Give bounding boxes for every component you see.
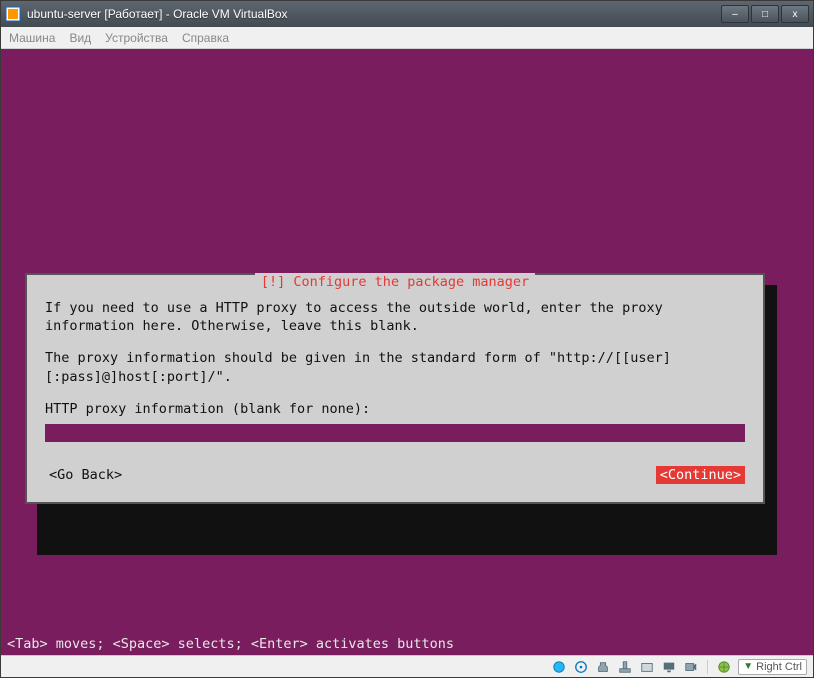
dialog-title-text: Configure the package manager — [293, 274, 529, 290]
menu-devices[interactable]: Устройства — [105, 31, 168, 45]
network-icon[interactable] — [617, 659, 633, 675]
statusbar: ▼ Right Ctrl — [1, 655, 813, 677]
maximize-button[interactable]: □ — [751, 5, 779, 23]
host-key-indicator[interactable]: ▼ Right Ctrl — [738, 659, 807, 675]
arrow-down-icon: ▼ — [743, 661, 753, 672]
optical-icon[interactable] — [573, 659, 589, 675]
help-paragraph-1: If you need to use a HTTP proxy to acces… — [45, 299, 745, 335]
close-button[interactable]: x — [781, 5, 809, 23]
keyboard-hint: <Tab> moves; <Space> selects; <Enter> ac… — [7, 635, 454, 653]
proxy-input[interactable] — [45, 424, 745, 442]
input-prompt: HTTP proxy information (blank for none): — [45, 400, 745, 418]
help-paragraph-2: The proxy information should be given in… — [45, 349, 745, 385]
go-back-button[interactable]: <Go Back> — [45, 466, 126, 484]
recording-icon[interactable] — [683, 659, 699, 675]
installer-dialog: [!] Configure the package manager If you… — [25, 273, 765, 504]
host-key-label: Right Ctrl — [756, 661, 802, 673]
shared-folders-icon[interactable] — [639, 659, 655, 675]
vm-screen: [!] Configure the package manager If you… — [1, 49, 813, 655]
menu-view[interactable]: Вид — [69, 31, 91, 45]
dialog-body: If you need to use a HTTP proxy to acces… — [27, 289, 763, 502]
mouse-integration-icon[interactable] — [716, 659, 732, 675]
vbox-icon — [5, 6, 21, 22]
minimize-button[interactable]: – — [721, 5, 749, 23]
statusbar-separator — [707, 660, 708, 674]
menubar: Машина Вид Устройства Справка — [1, 27, 813, 49]
titlebar[interactable]: ubuntu-server [Работает] - Oracle VM Vir… — [1, 1, 813, 27]
menu-machine[interactable]: Машина — [9, 31, 55, 45]
continue-button[interactable]: <Continue> — [656, 466, 745, 484]
dialog-header: [!] Configure the package manager — [27, 275, 763, 289]
usb-icon[interactable] — [595, 659, 611, 675]
hdd-icon[interactable] — [551, 659, 567, 675]
window-title: ubuntu-server [Работает] - Oracle VM Vir… — [27, 7, 721, 21]
dialog-title-prefix: [!] — [261, 274, 285, 290]
dialog-title: [!] Configure the package manager — [255, 273, 535, 291]
display-icon[interactable] — [661, 659, 677, 675]
window-frame: ubuntu-server [Работает] - Oracle VM Vir… — [0, 0, 814, 678]
window-controls: – □ x — [721, 5, 809, 23]
menu-help[interactable]: Справка — [182, 31, 229, 45]
